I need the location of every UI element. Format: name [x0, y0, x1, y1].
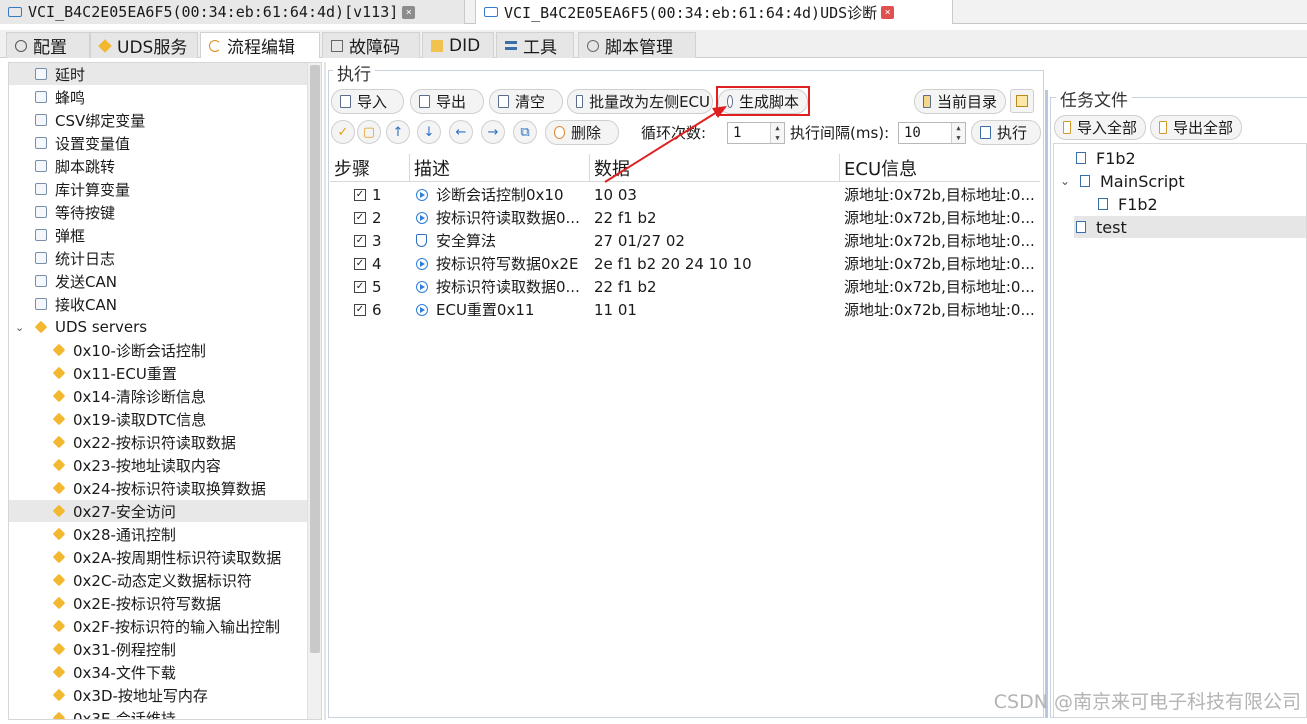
- file-icon: [1098, 198, 1108, 210]
- export-all-icon: [1159, 121, 1167, 134]
- watermark: CSDN @南京来可电子科技有限公司: [993, 691, 1301, 713]
- button-label: 导出全部: [1172, 119, 1233, 137]
- file-item-f1b2[interactable]: F1b2: [1076, 147, 1136, 169]
- export-all-button[interactable]: 导出全部: [1150, 115, 1242, 140]
- file-icon: [1080, 175, 1090, 187]
- chevron-down-icon[interactable]: ⌄: [1060, 174, 1072, 188]
- file-item-label: F1b2: [1096, 148, 1136, 168]
- right-splitter[interactable]: [1045, 90, 1048, 718]
- arrow-head: [712, 106, 727, 118]
- button-label: 导入全部: [1076, 119, 1137, 137]
- task-file-title: 任务文件: [1056, 86, 1132, 111]
- file-item-label: F1b2: [1118, 194, 1158, 214]
- file-item-f1b2-child[interactable]: F1b2: [1098, 193, 1158, 215]
- file-item-label: test: [1096, 217, 1127, 237]
- file-item-test[interactable]: test: [1074, 216, 1306, 238]
- file-icon: [1076, 152, 1086, 164]
- file-icon: [1076, 221, 1086, 233]
- file-item-label: MainScript: [1100, 171, 1185, 191]
- arrow-line: [604, 111, 718, 183]
- file-item-mainscript[interactable]: ⌄ MainScript: [1060, 170, 1185, 192]
- import-all-button[interactable]: 导入全部: [1054, 115, 1146, 140]
- import-all-icon: [1063, 121, 1071, 134]
- task-file-tree: F1b2 ⌄ MainScript F1b2 test: [1053, 143, 1307, 718]
